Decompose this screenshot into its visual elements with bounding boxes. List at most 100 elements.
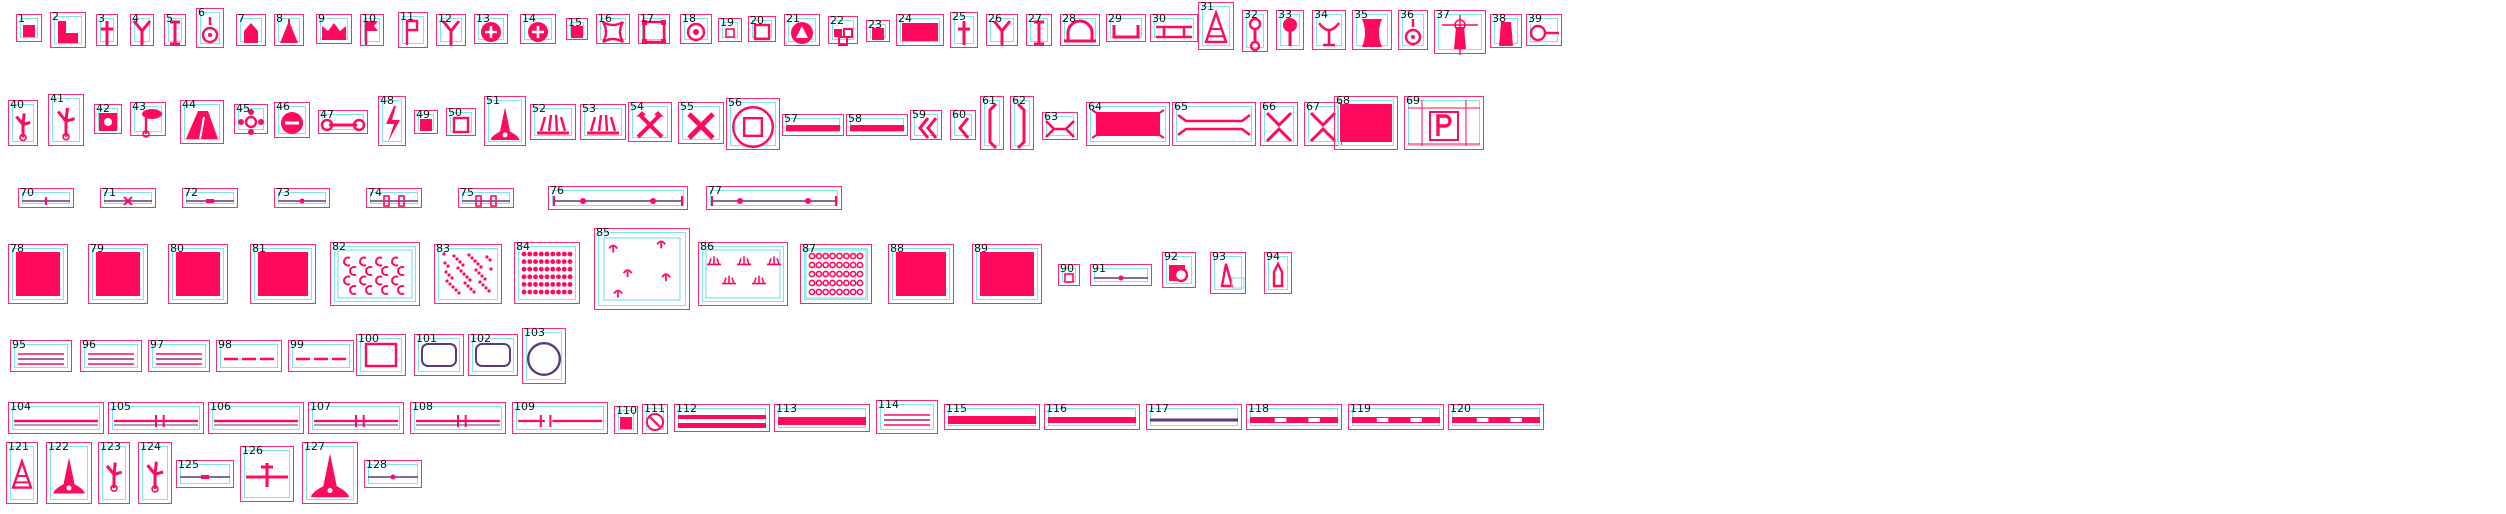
symbol-cell-23: 23 (866, 19, 890, 42)
symbol-number: 28 (1062, 12, 1076, 25)
symbol-number: 83 (436, 242, 450, 255)
symbol-cell-43: 43 (130, 100, 166, 138)
symbol-cell-47: 47 (318, 108, 368, 134)
symbol-cell-37: 37 (1434, 9, 1486, 55)
symbol-number: 45 (236, 102, 250, 115)
symbol-cell-106: 106 (208, 401, 304, 434)
symbol-cell-36: 36 (1398, 8, 1428, 50)
symbol-number: 111 (644, 402, 665, 415)
symbol-cell-117: 117 (1146, 403, 1242, 430)
symbol-number: 120 (1450, 402, 1471, 415)
symbol-number: 127 (304, 440, 325, 453)
symbol-number: 77 (708, 184, 722, 197)
symbol-cell-53: 53 (580, 102, 626, 140)
symbol-cell-27: 27 (1026, 12, 1052, 46)
symbol-number: 84 (516, 240, 530, 253)
symbol-number: 102 (470, 332, 491, 345)
symbol-number: 90 (1060, 262, 1074, 275)
symbol-number: 41 (50, 92, 64, 105)
symbol-number: 44 (182, 98, 196, 111)
symbol-number: 64 (1088, 100, 1102, 113)
symbol-number: 87 (802, 242, 816, 255)
symbol-number: 112 (676, 402, 697, 415)
symbol-cell-24: 24 (896, 13, 944, 46)
symbol-cell-72: 72 (182, 187, 238, 208)
symbol-number: 125 (178, 458, 199, 471)
symbol-number: 59 (912, 108, 926, 121)
symbol-number: 79 (90, 242, 104, 255)
symbol-number: 67 (1306, 100, 1320, 113)
symbol-cell-41: 41 (48, 92, 84, 146)
symbol-cell-2: 2 (50, 11, 86, 48)
symbol-cell-124: 124 (138, 441, 172, 504)
symbol-cell-90: 90 (1058, 262, 1080, 286)
symbol-number: 100 (358, 332, 379, 345)
symbol-cell-55: 55 (678, 101, 724, 144)
symbol-cell-77: 77 (706, 184, 842, 210)
symbol-number: 68 (1336, 94, 1350, 107)
symbol-cell-92: 92 (1162, 251, 1196, 288)
symbol-number: 73 (276, 186, 290, 199)
symbol-cell-85: 85 (594, 226, 690, 310)
symbol-number: 17 (640, 12, 654, 25)
symbol-cell-49: 49 (414, 109, 438, 134)
symbol-cell-28: 28 (1060, 12, 1100, 46)
symbol-number: 80 (170, 242, 184, 255)
symbol-number: 94 (1266, 250, 1280, 263)
symbol-number: 43 (132, 100, 146, 113)
symbol-number: 58 (848, 112, 862, 125)
symbol-cell-59: 59 (910, 108, 942, 140)
symbol-cell-112: 112 (674, 402, 770, 432)
symbol-cell-9: 9 (316, 13, 352, 44)
symbol-cell-107: 107 (308, 400, 404, 434)
symbol-cell-60: 60 (950, 109, 976, 140)
symbol-cell-39: 39 (1526, 13, 1562, 46)
symbol-cell-87: 87 (800, 242, 872, 304)
symbol-number: 85 (596, 226, 610, 239)
symbol-number: 53 (582, 102, 596, 115)
symbol-cell-10: 10 (360, 13, 384, 46)
symbol-number: 50 (448, 106, 462, 119)
symbol-cell-5: 5 (164, 13, 186, 46)
symbol-cell-113: 113 (774, 402, 870, 432)
symbol-number: 32 (1244, 8, 1258, 21)
symbol-cell-14: 14 (520, 13, 556, 44)
symbol-cell-1: 1 (16, 13, 42, 42)
symbol-number: 36 (1400, 8, 1414, 21)
symbol-number: 7 (238, 12, 245, 25)
symbol-number: 19 (720, 16, 734, 29)
symbol-cell-65: 65 (1172, 101, 1256, 146)
symbol-number: 103 (524, 326, 545, 339)
symbol-number: 18 (682, 12, 696, 25)
symbol-number: 47 (320, 108, 334, 121)
symbol-cell-114: 114 (876, 398, 938, 434)
symbol-cell-15: 15 (566, 16, 588, 40)
symbol-number: 107 (310, 400, 331, 413)
symbol-number: 99 (290, 338, 304, 351)
symbol-cell-42: 42 (94, 103, 122, 134)
symbol-cell-32: 32 (1242, 8, 1268, 52)
symbol-number: 113 (776, 402, 797, 415)
symbol-cell-46: 46 (274, 101, 310, 138)
symbol-number: 114 (878, 398, 899, 411)
symbol-cell-109: 109 (512, 401, 608, 434)
symbol-number: 27 (1028, 12, 1042, 25)
symbol-number: 104 (10, 400, 31, 413)
symbol-cell-20: 20 (748, 15, 776, 42)
symbol-cell-82: 82 (330, 241, 420, 306)
symbol-cell-89: 89 (972, 243, 1042, 304)
symbol-cell-99: 99 (288, 338, 354, 372)
symbol-number: 88 (890, 242, 904, 255)
symbol-number: 119 (1350, 402, 1371, 415)
symbol-cell-86: 86 (698, 241, 788, 306)
symbol-number: 15 (568, 16, 582, 29)
symbol-number: 22 (830, 14, 844, 27)
symbol-cell-118: 118 (1246, 402, 1342, 430)
symbol-cell-128: 128 (364, 459, 422, 488)
symbol-cell-18: 18 (680, 12, 712, 44)
symbol-cell-108: 108 (410, 401, 506, 434)
symbol-number: 29 (1108, 12, 1122, 25)
symbol-cell-8: 8 (274, 13, 304, 46)
symbol-number: 118 (1248, 402, 1269, 415)
symbol-cell-19: 19 (718, 16, 742, 42)
